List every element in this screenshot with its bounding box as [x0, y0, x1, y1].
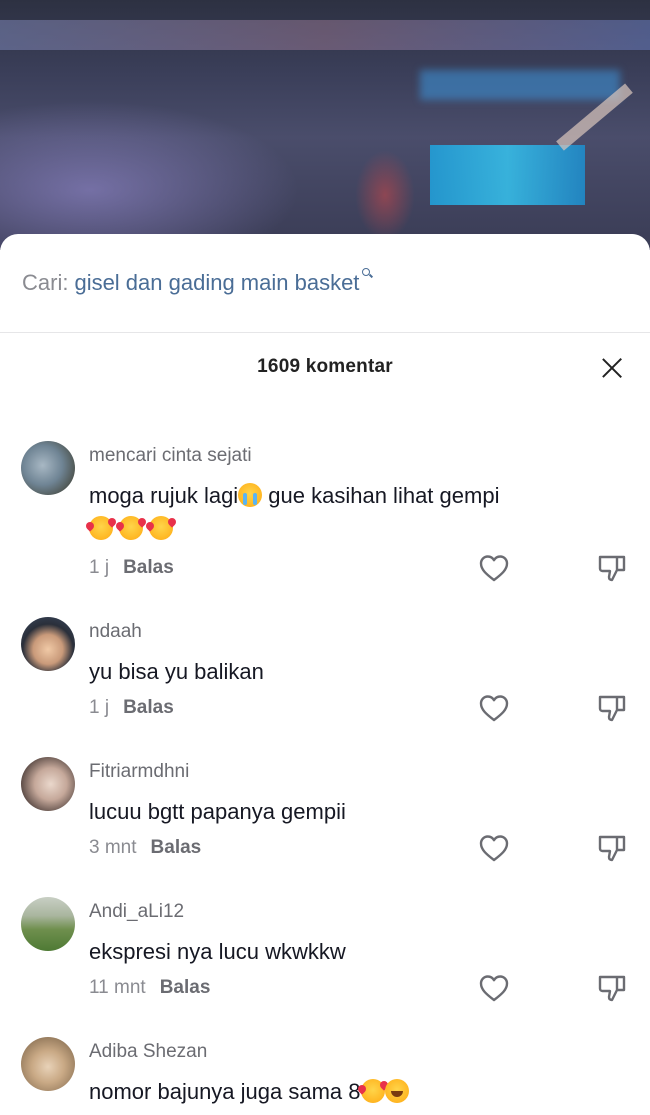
comment-time: 3 mnt — [89, 837, 137, 858]
smiling-hearts-emoji-icon — [89, 516, 113, 540]
comment-text: ekspresi nya lucu wkwkkw — [89, 939, 346, 964]
reply-button[interactable]: Balas — [160, 977, 211, 999]
search-query[interactable]: gisel dan gading main basket — [74, 270, 359, 296]
avatar[interactable] — [21, 897, 75, 951]
avatar[interactable] — [21, 617, 75, 671]
smiling-hearts-emoji-icon — [119, 516, 144, 540]
divider — [0, 332, 650, 333]
comments-sheet: Cari: gisel dan gading main basket 1609 … — [0, 234, 650, 1115]
smiling-hearts-emoji-icon — [149, 516, 174, 540]
comment-username[interactable]: ndaah — [89, 621, 142, 643]
heart-outline-icon[interactable] — [478, 973, 510, 1003]
comment-username[interactable]: Adiba Shezan — [89, 1041, 207, 1063]
comment-meta: 1 j Balas — [89, 557, 174, 579]
comment-time: 11 mnt — [89, 977, 146, 998]
heart-outline-icon[interactable] — [478, 833, 510, 863]
comment-text-part: nomor bajunya juga sama 8 — [89, 1079, 361, 1104]
stage-light — [0, 20, 650, 50]
smiling-hearts-emoji-icon — [360, 1079, 385, 1103]
comment-time: 1 j — [89, 697, 110, 718]
heart-outline-icon[interactable] — [478, 553, 510, 583]
comment-time: 1 j — [89, 557, 110, 578]
comment-meta: 3 mnt Balas — [89, 837, 201, 859]
comment-text: nomor bajunya juga sama 8 — [89, 1075, 559, 1108]
search-icon — [361, 268, 374, 280]
comment-text-part: moga rujuk lagi — [89, 483, 239, 508]
comment-meta: 1 j Balas — [89, 697, 174, 719]
thumbs-down-icon[interactable] — [597, 553, 627, 583]
close-icon[interactable] — [598, 354, 626, 382]
reply-button[interactable]: Balas — [151, 837, 202, 859]
comment-text: moga rujuk lagi gue kasihan lihat gempi — [89, 479, 559, 545]
crying-emoji-icon — [238, 483, 263, 507]
led-screen — [430, 145, 585, 205]
laughing-emoji-icon — [384, 1079, 409, 1103]
comment-text: yu bisa yu balikan — [89, 659, 264, 684]
reply-button[interactable]: Balas — [123, 697, 174, 719]
search-prefix: Cari: — [22, 270, 69, 295]
comment-text: lucuu bgtt papanya gempii — [89, 799, 346, 824]
thumbs-down-icon[interactable] — [597, 973, 627, 1003]
avatar[interactable] — [21, 441, 75, 495]
reply-button[interactable]: Balas — [123, 557, 174, 579]
video-background[interactable] — [0, 0, 650, 250]
stage-light — [420, 70, 620, 100]
comment-text-part: gue kasihan lihat gempi — [262, 483, 500, 508]
thumbs-down-icon[interactable] — [597, 693, 627, 723]
avatar[interactable] — [21, 1037, 75, 1091]
stage-haze — [0, 100, 300, 250]
search-suggestion[interactable]: Cari: gisel dan gading main basket — [22, 268, 374, 302]
comment-username[interactable]: Andi_aLi12 — [89, 901, 184, 923]
comment-count: 1609 komentar — [257, 356, 393, 377]
comment-meta: 11 mnt Balas — [89, 977, 210, 999]
comment-username[interactable]: mencari cinta sejati — [89, 445, 252, 467]
avatar[interactable] — [21, 757, 75, 811]
comment-username[interactable]: Fitriarmdhni — [89, 761, 189, 783]
player-figure — [355, 150, 415, 240]
thumbs-down-icon[interactable] — [597, 833, 627, 863]
heart-outline-icon[interactable] — [478, 693, 510, 723]
